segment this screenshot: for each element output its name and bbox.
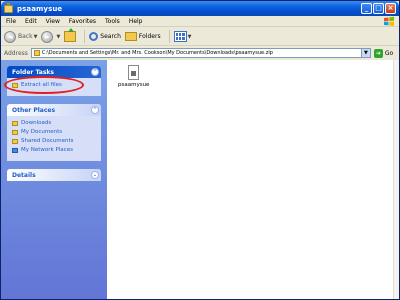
menu-file[interactable]: File <box>6 18 16 25</box>
title-bar[interactable]: psaamysue _ □ × <box>1 1 399 16</box>
network-places-icon <box>12 147 18 153</box>
views-button[interactable]: ▼ <box>173 29 192 44</box>
task-pane: Folder Tasks ⌃ Extract all files Other P… <box>1 60 107 299</box>
forward-button[interactable]: ► ▼ <box>41 29 60 44</box>
address-value: C:\Documents and Settings\Mr. and Mrs. C… <box>41 50 273 56</box>
dropdown-arrow-icon[interactable]: ▼ <box>188 34 192 40</box>
folder-icon <box>12 120 18 126</box>
zip-folder-icon <box>4 2 13 13</box>
back-arrow-icon: ◄ <box>4 30 16 43</box>
content-area: Folder Tasks ⌃ Extract all files Other P… <box>1 60 399 299</box>
other-places-title: Other Places <box>12 106 56 114</box>
file-item[interactable]: psaamysue <box>118 65 150 88</box>
search-icon <box>89 32 99 41</box>
views-icon <box>173 31 187 42</box>
collapse-chevron-icon[interactable]: ⌃ <box>91 68 99 76</box>
vertical-scrollbar[interactable] <box>393 60 399 299</box>
collapse-chevron-icon[interactable]: ⌃ <box>91 106 99 114</box>
up-folder-icon <box>64 28 77 42</box>
documents-folder-icon <box>12 129 18 135</box>
details-title: Details <box>12 171 36 179</box>
folders-button[interactable]: Folders <box>124 29 161 44</box>
dropdown-arrow-icon[interactable]: ▼ <box>34 34 38 40</box>
minimize-button[interactable]: _ <box>361 3 372 14</box>
place-my-documents[interactable]: My Documents <box>12 129 96 135</box>
place-downloads[interactable]: Downloads <box>12 120 96 126</box>
explorer-window: psaamysue _ □ × File Edit View Favorites… <box>0 0 400 300</box>
menu-tools[interactable]: Tools <box>105 18 120 25</box>
folder-tasks-panel: Folder Tasks ⌃ Extract all files <box>4 66 101 96</box>
task-extract-all-files[interactable]: Extract all files <box>4 76 96 94</box>
details-header[interactable]: Details ⌄ <box>7 169 101 181</box>
toolbar-separator <box>84 30 86 43</box>
document-file-icon <box>127 65 139 80</box>
search-button[interactable]: Search <box>89 29 121 44</box>
menu-favorites[interactable]: Favorites <box>69 18 96 25</box>
zip-folder-icon <box>33 50 40 56</box>
toolbar: ◄ Back ▼ ► ▼ Search Folders ▼ <box>1 28 399 46</box>
close-button[interactable]: × <box>385 3 396 14</box>
place-label: My Network Places <box>21 147 73 153</box>
place-shared-documents[interactable]: Shared Documents <box>12 138 96 144</box>
menu-bar: File Edit View Favorites Tools Help <box>1 16 399 27</box>
maximize-button[interactable]: □ <box>373 3 384 14</box>
file-list[interactable]: psaamysue <box>107 60 399 299</box>
go-button[interactable]: Go <box>385 50 393 57</box>
other-places-header[interactable]: Other Places ⌃ <box>7 104 101 116</box>
expand-chevron-icon[interactable]: ⌄ <box>91 171 99 179</box>
windows-logo-icon <box>384 16 394 26</box>
file-name: psaamysue <box>118 82 150 88</box>
place-my-network-places[interactable]: My Network Places <box>12 147 96 153</box>
menu-help[interactable]: Help <box>129 18 143 25</box>
back-label: Back <box>18 33 33 40</box>
up-button[interactable] <box>64 28 77 44</box>
place-label: Downloads <box>21 120 52 126</box>
address-dropdown-icon[interactable]: ▼ <box>360 49 370 57</box>
place-label: Shared Documents <box>21 138 74 144</box>
window-title: psaamysue <box>17 4 63 13</box>
folder-tasks-body: Extract all files <box>4 76 101 96</box>
shared-folder-icon <box>12 138 18 144</box>
toolbar-separator <box>168 30 170 43</box>
red-highlight-ellipse <box>4 76 84 94</box>
address-label: Address <box>4 49 28 57</box>
go-arrow-icon[interactable]: ➔ <box>373 48 383 58</box>
search-label: Search <box>100 33 121 40</box>
window-controls: _ □ × <box>361 3 396 14</box>
other-places-body: Downloads My Documents Shared Documents … <box>7 116 101 161</box>
folder-tasks-title: Folder Tasks <box>12 68 54 76</box>
other-places-panel: Other Places ⌃ Downloads My Documents Sh… <box>7 104 101 161</box>
place-label: My Documents <box>21 129 63 135</box>
menu-view[interactable]: View <box>46 18 60 25</box>
menu-edit[interactable]: Edit <box>25 18 37 25</box>
address-bar: Address C:\Documents and Settings\Mr. an… <box>1 47 399 59</box>
address-input[interactable]: C:\Documents and Settings\Mr. and Mrs. C… <box>30 48 371 58</box>
dropdown-arrow-icon[interactable]: ▼ <box>56 34 60 40</box>
details-panel: Details ⌄ <box>7 169 101 181</box>
folders-label: Folders <box>138 33 161 40</box>
folders-icon <box>124 32 137 41</box>
forward-arrow-icon: ► <box>41 30 54 43</box>
back-button[interactable]: ◄ Back ▼ <box>4 29 37 44</box>
